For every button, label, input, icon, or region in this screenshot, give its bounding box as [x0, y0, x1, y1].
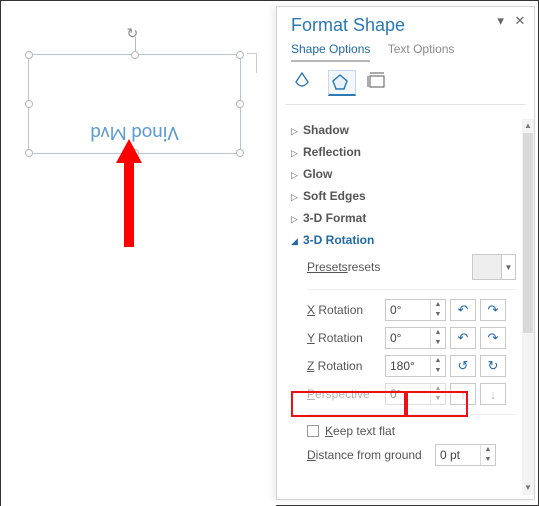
- rotate-z-cw-icon[interactable]: ↻: [480, 355, 506, 377]
- rotate-x-left-icon[interactable]: ↶: [450, 299, 476, 321]
- section-3d-format[interactable]: ▷3-D Format: [291, 207, 516, 229]
- rotation-handle-icon[interactable]: ↻: [127, 25, 139, 42]
- page-corner: [247, 53, 257, 73]
- scroll-up-icon[interactable]: ▲: [522, 119, 534, 133]
- perspective-input: ▲▼: [385, 383, 446, 405]
- presets-button[interactable]: [472, 254, 502, 280]
- y-rotation-label: Y Rotation: [307, 331, 385, 345]
- x-rotation-row: X Rotation ▲▼ ↶ ↷: [291, 296, 516, 324]
- resize-handle[interactable]: [25, 51, 33, 59]
- pane-close-icon[interactable]: ✕: [512, 13, 528, 29]
- section-glow[interactable]: ▷Glow: [291, 163, 516, 185]
- rotate-z-ccw-icon[interactable]: ↺: [450, 355, 476, 377]
- section-shadow[interactable]: ▷Shadow: [291, 119, 516, 141]
- tab-text-options[interactable]: Text Options: [388, 42, 455, 60]
- resize-handle[interactable]: [25, 149, 33, 157]
- spin-up-icon[interactable]: ▲: [481, 445, 495, 455]
- section-3d-rotation[interactable]: ◢3-D Rotation: [291, 229, 516, 251]
- tab-shape-options[interactable]: Shape Options: [291, 42, 370, 62]
- section-soft-edges[interactable]: ▷Soft Edges: [291, 185, 516, 207]
- presets-dropdown-icon[interactable]: ▼: [502, 254, 516, 280]
- keep-text-flat-row[interactable]: Keep text flat: [291, 421, 516, 441]
- resize-handle[interactable]: [25, 100, 33, 108]
- effects-icon[interactable]: [328, 70, 356, 96]
- resize-handle[interactable]: [236, 149, 244, 157]
- keep-text-flat-label: Keep text flat: [325, 424, 395, 438]
- spin-up-icon[interactable]: ▲: [431, 356, 445, 366]
- pane-scrollbar[interactable]: ▲ ▼: [522, 119, 534, 495]
- rotate-y-left-icon[interactable]: ↶: [450, 327, 476, 349]
- resize-handle[interactable]: [236, 100, 244, 108]
- scroll-down-icon[interactable]: ▼: [522, 481, 534, 495]
- distance-input[interactable]: ▲▼: [435, 444, 496, 466]
- annotation-arrow-icon: [114, 139, 144, 249]
- spin-down-icon[interactable]: ▼: [431, 366, 445, 376]
- spin-down-icon[interactable]: ▼: [431, 338, 445, 348]
- scroll-thumb[interactable]: [523, 133, 533, 333]
- perspective-row: Perspective ▲▼ ↑ ↓: [291, 380, 516, 408]
- size-properties-icon[interactable]: [366, 70, 394, 96]
- y-rotation-input[interactable]: ▲▼: [385, 327, 446, 349]
- z-rotation-label: Z Rotation: [307, 359, 385, 373]
- resize-handle[interactable]: [236, 51, 244, 59]
- resize-handle[interactable]: [131, 51, 139, 59]
- presets-row: Presetsresets ▼: [291, 251, 516, 283]
- format-shape-pane: Format Shape ▾ ✕ Shape Options Text Opti…: [276, 6, 535, 500]
- spin-up-icon[interactable]: ▲: [431, 328, 445, 338]
- distance-row: Distance from ground ▲▼: [291, 441, 516, 469]
- distance-label: Distance from ground: [307, 448, 435, 462]
- spin-down-icon[interactable]: ▼: [481, 455, 495, 465]
- pane-title: Format Shape: [291, 15, 405, 35]
- section-reflection[interactable]: ▷Reflection: [291, 141, 516, 163]
- pane-options-icon[interactable]: ▾: [493, 13, 509, 29]
- document-canvas[interactable]: ↻ Vinod Mvd: [1, 1, 276, 506]
- perspective-up-icon: ↑: [450, 383, 476, 405]
- category-icons: [277, 62, 534, 104]
- perspective-label: Perspective: [307, 387, 385, 401]
- y-rotation-row: Y Rotation ▲▼ ↶ ↷: [291, 324, 516, 352]
- perspective-down-icon: ↓: [480, 383, 506, 405]
- rotate-y-right-icon[interactable]: ↷: [480, 327, 506, 349]
- z-rotation-input[interactable]: ▲▼: [385, 355, 446, 377]
- keep-text-flat-checkbox[interactable]: [307, 425, 319, 437]
- spin-up-icon[interactable]: ▲: [431, 300, 445, 310]
- x-rotation-input[interactable]: ▲▼: [385, 299, 446, 321]
- z-rotation-row: Z Rotation ▲▼ ↺ ↻: [291, 352, 516, 380]
- x-rotation-label: X Rotation: [307, 303, 385, 317]
- fill-line-icon[interactable]: [291, 70, 319, 96]
- spin-down-icon[interactable]: ▼: [431, 310, 445, 320]
- rotate-x-right-icon[interactable]: ↷: [480, 299, 506, 321]
